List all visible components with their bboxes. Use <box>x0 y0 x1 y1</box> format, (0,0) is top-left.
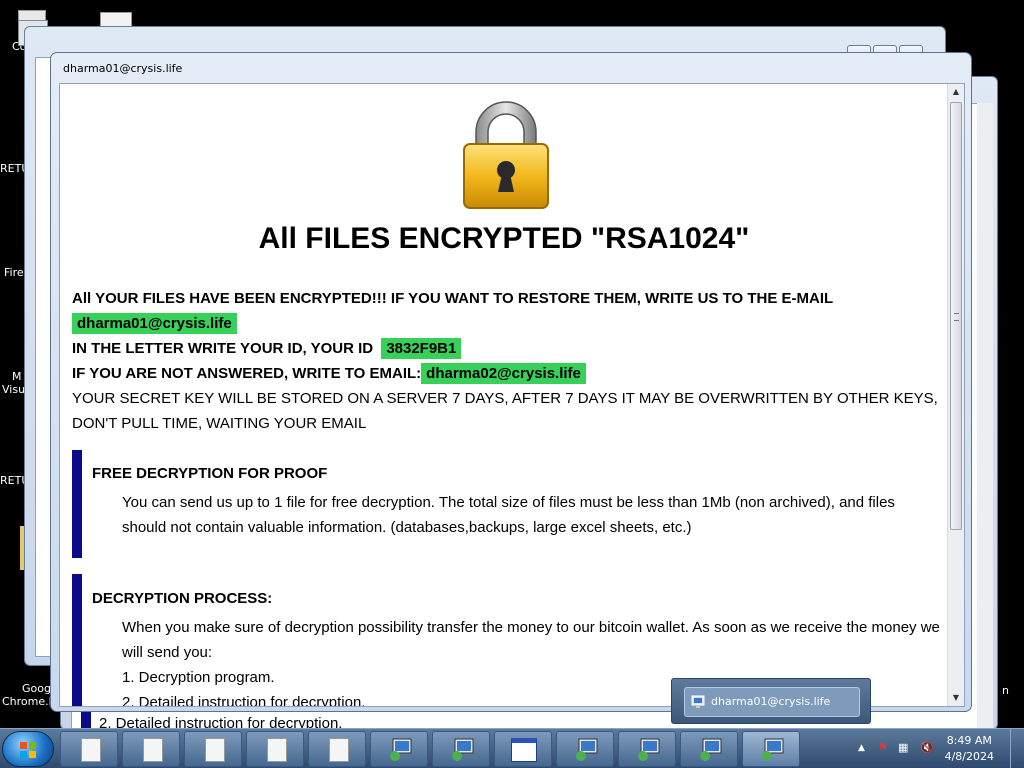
taskbar-button-window[interactable] <box>494 731 552 767</box>
taskbar-button-app-4[interactable] <box>618 731 676 767</box>
section-title-free-decryption: FREE DECRYPTION FOR PROOF <box>92 465 328 482</box>
alt-email-line: IF YOU ARE NOT ANSWERED, WRITE TO EMAIL:… <box>72 361 586 386</box>
window-content: All FILES ENCRYPTED "RSA1024" All YOUR F… <box>59 83 965 707</box>
document-icon <box>205 738 225 762</box>
taskbar-button-document-1[interactable] <box>60 731 118 767</box>
taskbar: ▲ ⚑ ▦ 🔇 8:49 AM 4/8/2024 <box>0 728 1024 768</box>
id-line: IN THE LETTER WRITE YOUR ID, YOUR ID 383… <box>72 336 462 361</box>
network-icon[interactable]: ▦ <box>898 741 912 755</box>
show-hidden-icons-chevron-icon[interactable]: ▲ <box>858 743 872 757</box>
taskbar-button-app-2[interactable] <box>432 731 490 767</box>
vertical-scrollbar[interactable]: ▲ ▼ <box>947 84 964 706</box>
desktop: Co RETU Firef M Visu RETU Goog Chrome.l … <box>0 0 1024 768</box>
scroll-up-arrow-icon[interactable]: ▲ <box>948 84 964 100</box>
email-line: dharma01@crysis.life <box>72 311 237 336</box>
id-label: IN THE LETTER WRITE YOUR ID, YOUR ID <box>72 340 374 357</box>
victim-id[interactable]: 3832F9B1 <box>381 338 462 359</box>
clock-time: 8:49 AM <box>946 734 992 747</box>
section-bar <box>72 450 82 558</box>
scrollbar-thumb[interactable] <box>950 102 962 530</box>
section-text: will send you: <box>122 644 213 661</box>
computer-app-icon <box>638 738 660 761</box>
popup-window-item[interactable]: dharma01@crysis.life <box>684 687 860 717</box>
secret-key-line-2: DON'T PULL TIME, WAITING YOUR EMAIL <box>72 415 367 432</box>
show-desktop-button[interactable] <box>1010 729 1024 768</box>
background-scrollbar[interactable] <box>977 103 993 729</box>
windows-logo-icon <box>20 742 36 758</box>
start-button[interactable] <box>2 731 54 767</box>
taskbar-button-app-5[interactable] <box>680 731 738 767</box>
ransom-note-window[interactable]: dharma01@crysis.life All FILES ENCRYPTED… <box>50 52 972 712</box>
contact-email-1[interactable]: dharma01@crysis.life <box>72 313 237 334</box>
document-icon <box>267 738 287 762</box>
section-text: should not contain valuable information.… <box>122 519 692 536</box>
page-title: All FILES ENCRYPTED "RSA1024" <box>258 222 750 255</box>
taskbar-button-document-3[interactable] <box>184 731 242 767</box>
document-icon <box>81 738 101 762</box>
section-title-decryption-process: DECRYPTION PROCESS: <box>92 590 273 607</box>
clock-date: 4/8/2024 <box>944 750 994 763</box>
taskbar-button-document-4[interactable] <box>246 731 304 767</box>
alt-email-label: IF YOU ARE NOT ANSWERED, WRITE TO EMAIL: <box>72 365 422 382</box>
clock[interactable]: 8:49 AM 4/8/2024 <box>945 733 994 765</box>
popup-window-title: dharma01@crysis.life <box>711 695 831 708</box>
desktop-icon-label-right: n <box>1002 684 1009 697</box>
computer-app-icon <box>390 738 412 761</box>
computer-app-icon <box>700 738 722 761</box>
computer-app-icon <box>576 738 598 761</box>
taskbar-button-app-1[interactable] <box>370 731 428 767</box>
app-window-icon <box>691 695 705 708</box>
taskbar-button-app-3[interactable] <box>556 731 614 767</box>
action-center-flag-icon[interactable]: ⚑ <box>878 741 892 755</box>
system-tray: ▲ ⚑ ▦ 🔇 8:49 AM 4/8/2024 <box>834 729 1024 768</box>
document-icon <box>329 738 349 762</box>
contact-email-2[interactable]: dharma02@crysis.life <box>421 363 586 384</box>
taskbar-button-document-2[interactable] <box>122 731 180 767</box>
section-text: When you make sure of decryption possibi… <box>122 619 940 636</box>
taskbar-thumbnail-popup: dharma01@crysis.life <box>671 678 871 724</box>
section-text: You can send us up to 1 file for free de… <box>122 494 895 511</box>
window-icon <box>511 738 537 762</box>
taskbar-button-document-5[interactable] <box>308 731 366 767</box>
section-bar <box>72 574 82 706</box>
padlock-icon <box>463 101 549 209</box>
encrypted-message: All YOUR FILES HAVE BEEN ENCRYPTED!!! IF… <box>72 290 834 307</box>
document-icon <box>143 738 163 762</box>
scroll-down-arrow-icon[interactable]: ▼ <box>948 690 964 706</box>
window-title: dharma01@crysis.life <box>63 62 183 75</box>
note-content: All FILES ENCRYPTED "RSA1024" All YOUR F… <box>60 84 948 706</box>
computer-app-icon <box>452 738 474 761</box>
secret-key-line-1: YOUR SECRET KEY WILL BE STORED ON A SERV… <box>72 390 938 407</box>
computer-app-icon <box>762 738 784 761</box>
volume-muted-icon[interactable]: 🔇 <box>920 741 934 755</box>
taskbar-button-active-app[interactable] <box>742 731 800 767</box>
